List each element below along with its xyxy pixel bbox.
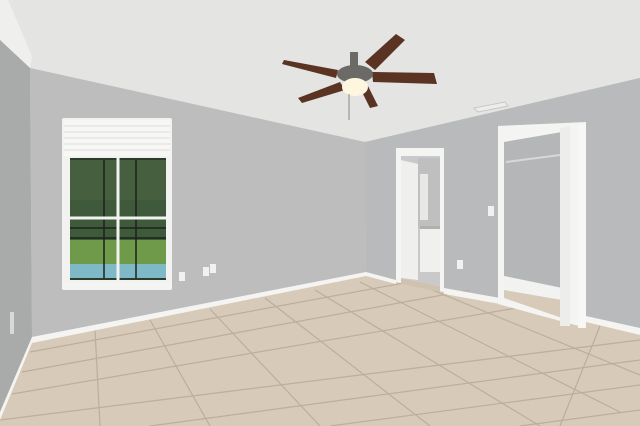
room-illustration — [0, 0, 640, 426]
fan-downrod — [350, 52, 358, 66]
wall-outlet — [457, 260, 463, 269]
room-photo — [0, 0, 640, 426]
light-switch — [488, 206, 494, 216]
doorway — [396, 148, 444, 292]
fan-blade — [372, 72, 437, 84]
wall-outlet — [179, 272, 185, 281]
closet-door — [560, 126, 570, 326]
fan-light — [342, 78, 368, 96]
window — [62, 118, 172, 290]
wall-outlet — [203, 267, 209, 276]
wall-outlet — [210, 264, 216, 273]
walk-in-closet — [498, 122, 586, 328]
wall-outlet — [10, 312, 14, 334]
